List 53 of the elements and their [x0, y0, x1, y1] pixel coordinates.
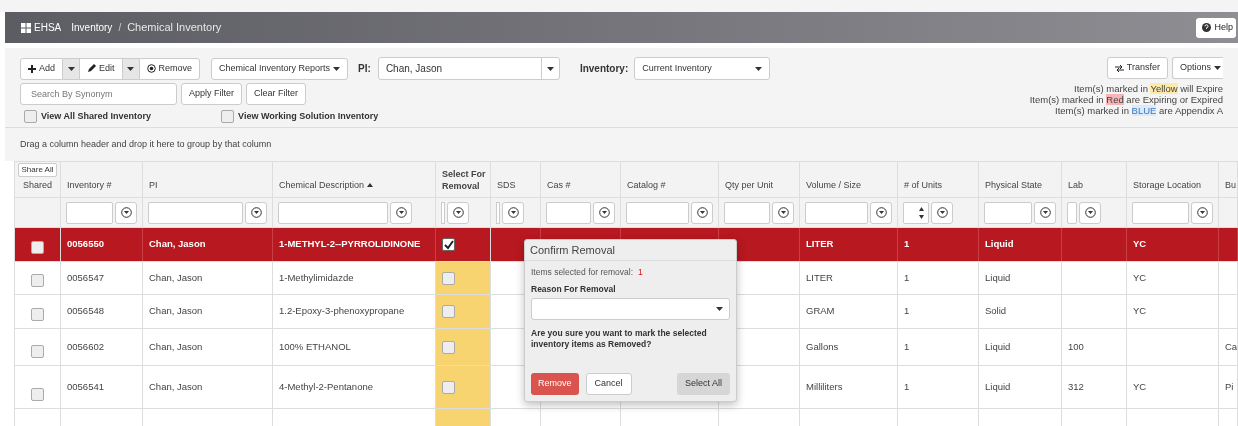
table-cell: 1 [904, 237, 910, 252]
table-cell-text: Liquid [985, 379, 1011, 394]
table-cell: 1-METHYL-2--PYRROLIDINONE [279, 237, 421, 252]
table-cell-text: 100% ETHANOL [279, 339, 351, 354]
table-cell: Liquid [985, 237, 1014, 252]
table-cell: GRAM [806, 304, 835, 319]
table-cell-text: 312 [1068, 379, 1084, 394]
breadcrumb-separator: / [118, 21, 122, 35]
legend-line: Item(s) marked in Red are Expiring or Expired [1029, 94, 1223, 105]
table-cell-text: 100 [1068, 339, 1084, 354]
group-hint: Drag a column header and drop it here to group by that column [20, 137, 272, 151]
table-cell-text: Chan, Jason [149, 270, 203, 285]
table-cell-text: LITER [806, 270, 833, 285]
table-cell: Chan, Jason [149, 304, 203, 319]
table-cell: Chan, Jason [149, 237, 206, 252]
toggle-label: View Working Solution Inventory [238, 110, 379, 123]
table-cell-text: Gallons [806, 339, 839, 354]
table-cell-text: Pi [1225, 379, 1234, 394]
legend-line: Item(s) marked in BLUE are Appendix A [1055, 105, 1223, 116]
table-cell-text: 0056602 [67, 339, 104, 354]
table-cell-text: YC [1133, 270, 1147, 285]
table-cell-text: 1 [904, 339, 910, 354]
table-cell-text: Liquid [985, 339, 1011, 354]
table-cell-text: 0056541 [67, 379, 104, 394]
table-cell-text: 1-Methylimidazde [279, 270, 354, 285]
page-title: Chemical Inventory [127, 20, 222, 36]
table-cell: Solid [985, 304, 1007, 319]
count-value: 1 [638, 266, 643, 279]
table-cell-text: Chan, Jason [149, 339, 203, 354]
legend-line: Item(s) marked in Yellow will Expire [1074, 83, 1223, 94]
toggle-label: View All Shared Inventory [41, 110, 152, 123]
reason-label: Reason For Removal [531, 282, 617, 296]
table-cell: LITER [806, 237, 834, 252]
table-cell-text: Ca [1225, 339, 1238, 354]
table-cell-text: Milliliters [806, 379, 843, 394]
table-cell-text: 1 [904, 270, 910, 285]
table-cell: YC [1133, 237, 1147, 252]
table-cell-text: YC [1133, 379, 1147, 394]
table-cell-text: Chan, Jason [149, 379, 203, 394]
pi-label: PI: [358, 62, 371, 76]
dialog-title: Confirm Removal [530, 242, 615, 258]
table-cell: 1 [904, 304, 910, 319]
table-cell: 0056548 [67, 304, 104, 319]
table-cell-text: Liquid [985, 270, 1011, 285]
table-cell-text: 0056547 [67, 270, 104, 285]
count-label: Items selected for removal: [531, 266, 634, 279]
table-cell: 0056550 [67, 237, 104, 252]
confirm-question: Are you sure you want to mark the selected inventory items as Removed? [531, 327, 708, 350]
inventory-label: Inventory: [579, 62, 629, 76]
table-cell: YC [1133, 304, 1147, 319]
table-cell-text: 1 [904, 379, 910, 394]
table-cell-text: 4-Methyl-2-Pentanone [279, 379, 373, 394]
table-cell: 1.2-Epoxy-3-phenoxypropane [279, 304, 405, 319]
